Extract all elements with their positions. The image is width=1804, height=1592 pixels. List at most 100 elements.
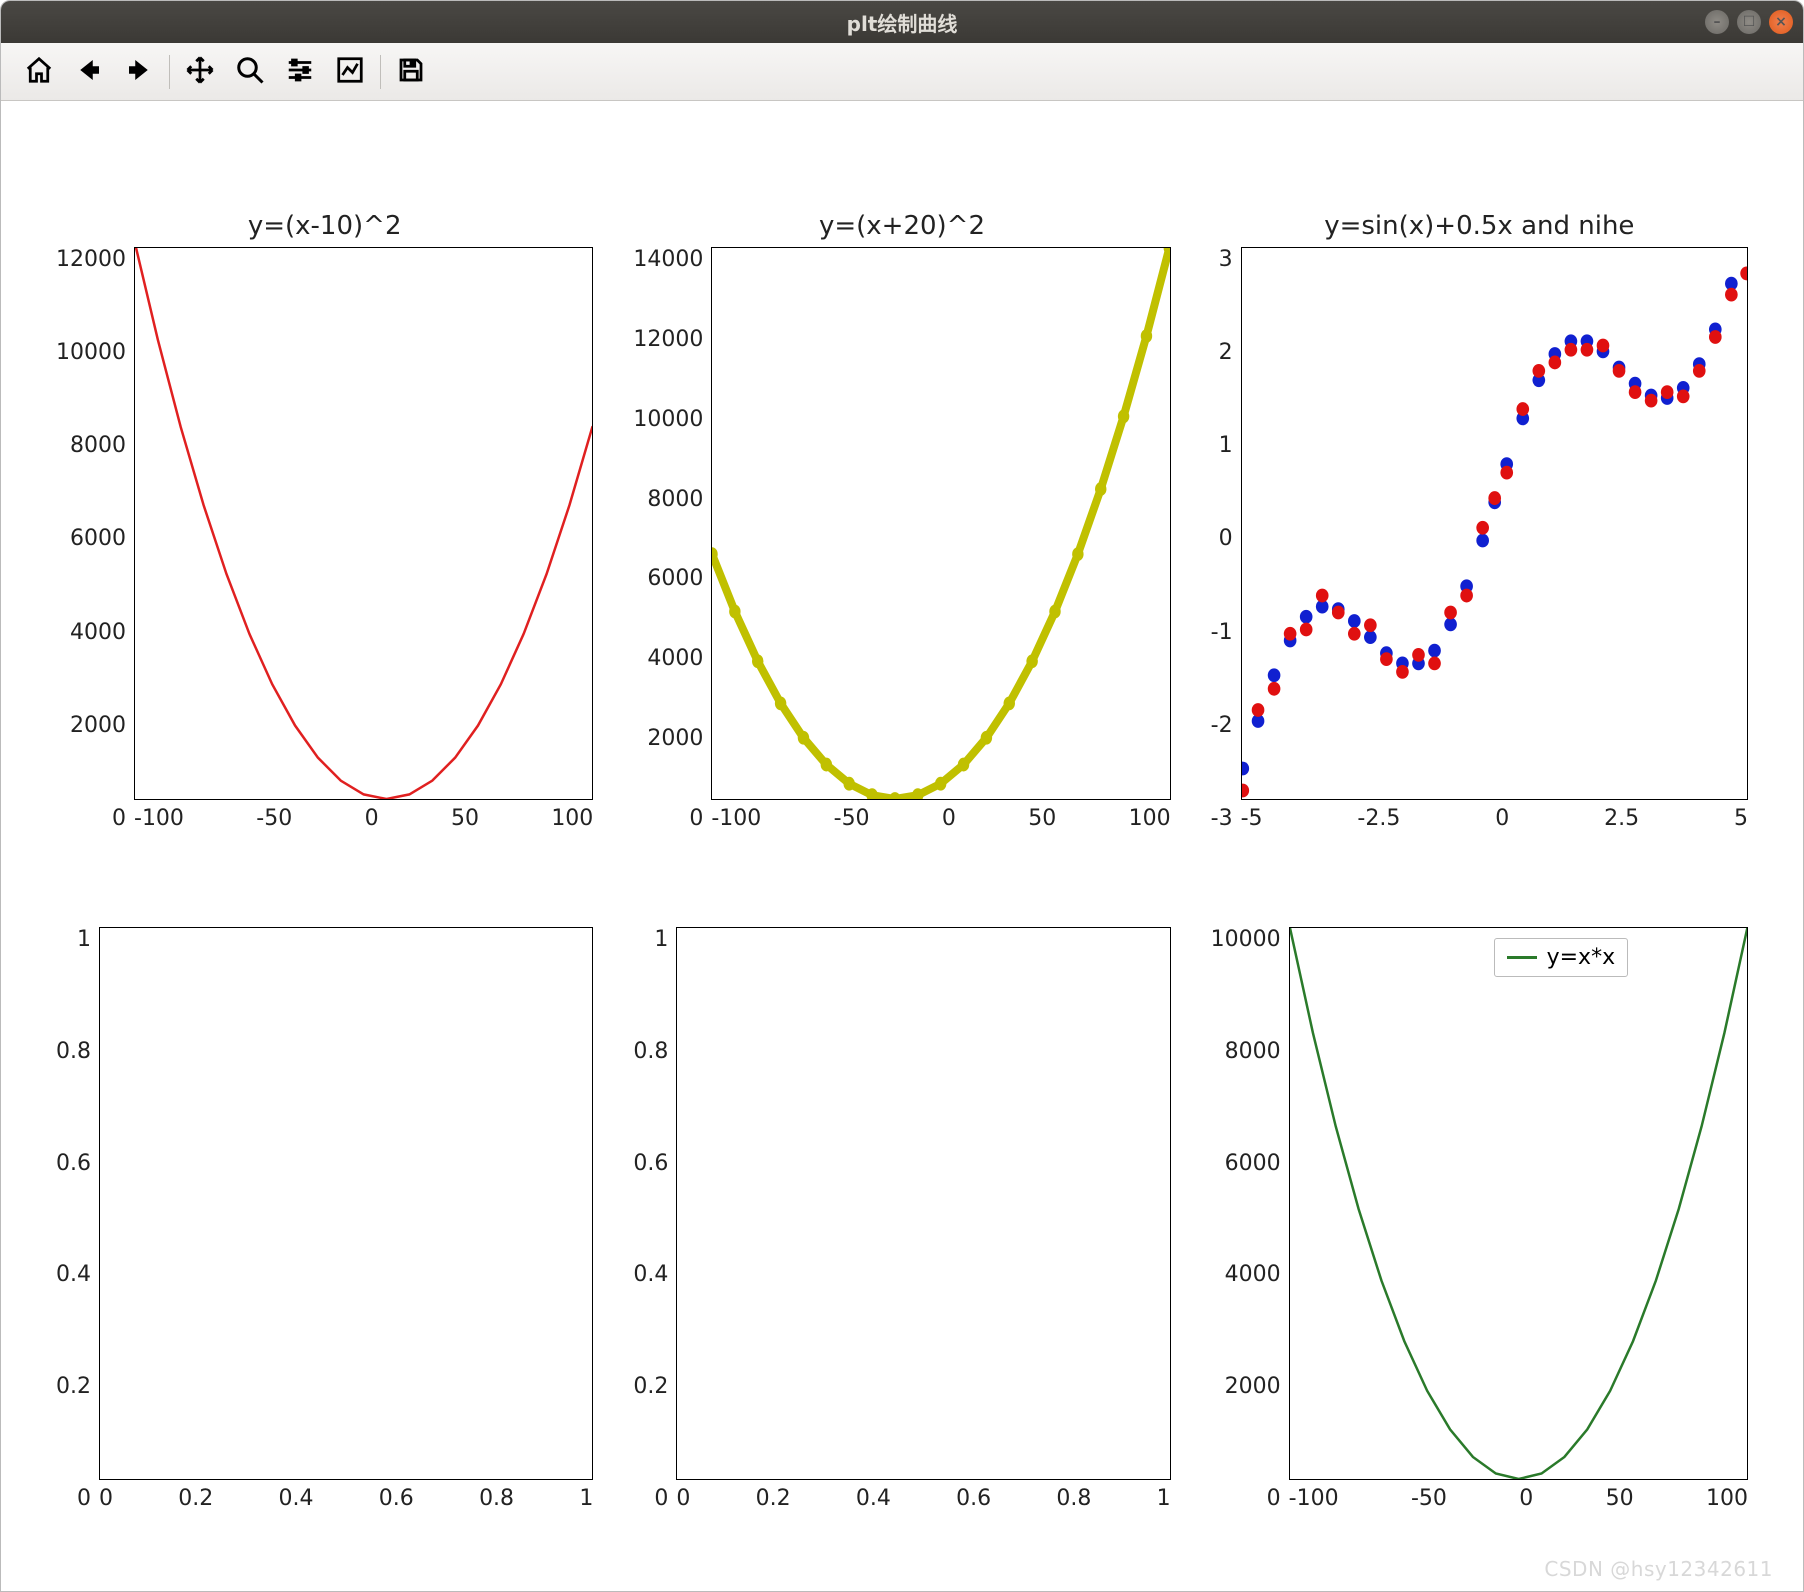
y-tick-label: 2000 bbox=[70, 713, 126, 738]
forward-arrow-icon bbox=[124, 55, 154, 89]
save-button[interactable] bbox=[391, 52, 431, 92]
chart-title bbox=[1211, 891, 1748, 921]
forward-button[interactable] bbox=[119, 52, 159, 92]
y-tick-label: 8000 bbox=[70, 433, 126, 458]
y-tick-label: 0.2 bbox=[56, 1374, 91, 1399]
app-window: plt绘制曲线 – ☐ × bbox=[0, 0, 1804, 1592]
plot-area[interactable] bbox=[676, 927, 1170, 1480]
sliders-icon bbox=[285, 55, 315, 89]
x-tick-label: 0 bbox=[676, 1486, 690, 1511]
y-ticks: 3210-1-2-3 bbox=[1211, 247, 1241, 831]
x-ticks: -5-2.502.55 bbox=[1241, 800, 1748, 831]
x-tick-label: -50 bbox=[834, 806, 870, 831]
x-ticks: 00.20.40.60.81 bbox=[99, 1480, 593, 1511]
y-tick-label: -1 bbox=[1211, 620, 1233, 645]
x-ticks: -100-50050100 bbox=[1289, 1480, 1748, 1511]
y-tick-label: 6000 bbox=[1225, 1151, 1281, 1176]
close-button[interactable]: × bbox=[1769, 10, 1793, 34]
x-tick-label: -2.5 bbox=[1357, 806, 1400, 831]
x-tick-label: -100 bbox=[711, 806, 761, 831]
back-button[interactable] bbox=[69, 52, 109, 92]
plot-area[interactable] bbox=[99, 927, 593, 1480]
y-tick-label: 12000 bbox=[633, 327, 703, 352]
y-tick-label: 6000 bbox=[70, 526, 126, 551]
subplot-0: y=(x-10)^2120001000080006000400020000-10… bbox=[56, 211, 593, 831]
x-tick-label: -50 bbox=[256, 806, 292, 831]
y-tick-label: 4000 bbox=[70, 620, 126, 645]
subplot-3: 10.80.60.40.2000.20.40.60.81 bbox=[56, 891, 593, 1511]
y-tick-label: 3 bbox=[1219, 247, 1233, 272]
y-tick-label: 0 bbox=[1219, 526, 1233, 551]
y-tick-label: 0.4 bbox=[56, 1262, 91, 1287]
x-tick-label: 2.5 bbox=[1604, 806, 1639, 831]
pan-button[interactable] bbox=[180, 52, 220, 92]
watermark: CSDN @hsy12342611 bbox=[1544, 1557, 1773, 1581]
y-tick-label: 2000 bbox=[1225, 1374, 1281, 1399]
y-tick-label: 2000 bbox=[647, 726, 703, 751]
x-tick-label: -100 bbox=[134, 806, 184, 831]
window-title: plt绘制曲线 bbox=[11, 8, 1793, 37]
y-tick-label: 0 bbox=[654, 1486, 668, 1511]
back-arrow-icon bbox=[74, 55, 104, 89]
x-tick-label: 0 bbox=[942, 806, 956, 831]
chart-edit-icon bbox=[335, 55, 365, 89]
y-tick-label: 1 bbox=[1219, 433, 1233, 458]
toolbar bbox=[1, 43, 1803, 101]
legend: y=x*x bbox=[1494, 938, 1629, 977]
minimize-button[interactable]: – bbox=[1705, 10, 1729, 34]
x-tick-label: 0 bbox=[365, 806, 379, 831]
y-tick-label: 10000 bbox=[1211, 927, 1281, 952]
subplot-4: 10.80.60.40.2000.20.40.60.81 bbox=[633, 891, 1170, 1511]
plot-area[interactable] bbox=[134, 247, 593, 800]
plot-area[interactable] bbox=[711, 247, 1170, 800]
x-tick-label: 0.2 bbox=[178, 1486, 213, 1511]
y-tick-label: 0.4 bbox=[633, 1262, 668, 1287]
y-ticks: 10.80.60.40.20 bbox=[633, 927, 676, 1511]
y-tick-label: 0 bbox=[112, 806, 126, 831]
toolbar-separator bbox=[169, 55, 170, 89]
home-button[interactable] bbox=[19, 52, 59, 92]
y-tick-label: 4000 bbox=[647, 646, 703, 671]
y-ticks: 14000120001000080006000400020000 bbox=[633, 247, 711, 831]
subplot-2: y=sin(x)+0.5x and nihe3210-1-2-3-5-2.502… bbox=[1211, 211, 1748, 831]
x-tick-label: 5 bbox=[1734, 806, 1748, 831]
x-tick-label: -5 bbox=[1241, 806, 1263, 831]
x-tick-label: 0.6 bbox=[379, 1486, 414, 1511]
y-tick-label: 8000 bbox=[1225, 1039, 1281, 1064]
x-ticks: 00.20.40.60.81 bbox=[676, 1480, 1170, 1511]
x-tick-label: 100 bbox=[1706, 1486, 1748, 1511]
edit-button[interactable] bbox=[330, 52, 370, 92]
x-tick-label: 0.2 bbox=[756, 1486, 791, 1511]
plot-area[interactable]: y=x*x bbox=[1289, 927, 1748, 1480]
chart-title bbox=[56, 891, 593, 921]
save-icon bbox=[396, 55, 426, 89]
pan-icon bbox=[185, 55, 215, 89]
configure-button[interactable] bbox=[280, 52, 320, 92]
x-tick-label: 50 bbox=[1606, 1486, 1634, 1511]
toolbar-separator bbox=[380, 55, 381, 89]
x-tick-label: -50 bbox=[1411, 1486, 1447, 1511]
y-tick-label: 6000 bbox=[647, 566, 703, 591]
x-tick-label: 100 bbox=[1129, 806, 1171, 831]
plot-area[interactable] bbox=[1241, 247, 1748, 800]
titlebar: plt绘制曲线 – ☐ × bbox=[1, 1, 1803, 43]
y-tick-label: 14000 bbox=[633, 247, 703, 272]
window-controls: – ☐ × bbox=[1705, 10, 1793, 34]
y-tick-label: -3 bbox=[1211, 806, 1233, 831]
y-tick-label: 1 bbox=[654, 927, 668, 952]
y-tick-label: 10000 bbox=[633, 407, 703, 432]
home-icon bbox=[24, 55, 54, 89]
x-tick-label: 50 bbox=[451, 806, 479, 831]
zoom-button[interactable] bbox=[230, 52, 270, 92]
y-tick-label: 10000 bbox=[56, 340, 126, 365]
legend-swatch bbox=[1507, 956, 1537, 959]
x-tick-label: 1 bbox=[1157, 1486, 1171, 1511]
y-tick-label: 0.8 bbox=[633, 1039, 668, 1064]
figure-canvas[interactable]: y=(x-10)^2120001000080006000400020000-10… bbox=[1, 101, 1803, 1591]
x-tick-label: 50 bbox=[1028, 806, 1056, 831]
maximize-button[interactable]: ☐ bbox=[1737, 10, 1761, 34]
y-ticks: 1000080006000400020000 bbox=[1211, 927, 1289, 1511]
x-ticks: -100 -50 0 50 100 bbox=[711, 800, 1170, 831]
chart-title bbox=[633, 891, 1170, 921]
x-tick-label: -100 bbox=[1289, 1486, 1339, 1511]
